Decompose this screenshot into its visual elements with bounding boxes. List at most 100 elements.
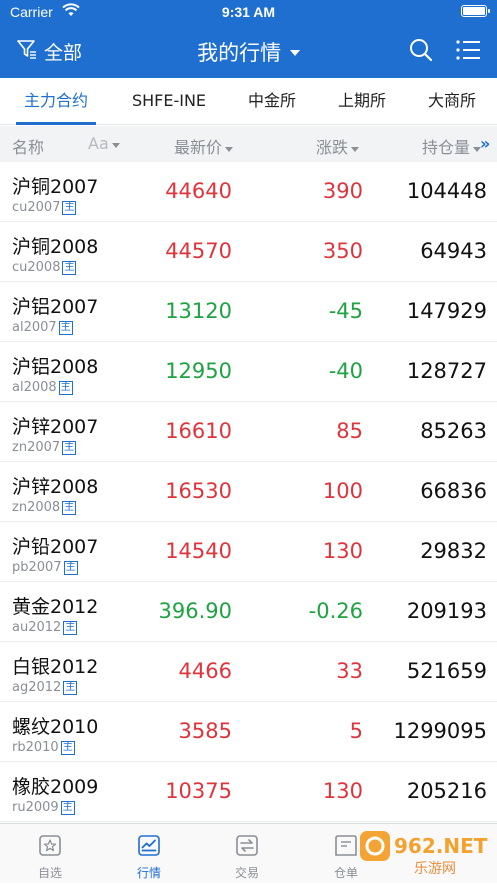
price-change: -45 — [328, 299, 363, 323]
open-interest: 85263 — [420, 419, 487, 443]
col-open-interest[interactable]: 持仓量 — [422, 134, 482, 158]
column-header: 名称 Aa 最新价 涨跌 持仓量 » — [0, 126, 497, 162]
filter-button[interactable]: 全部 — [16, 38, 82, 65]
sort-icon — [351, 147, 360, 152]
price-change: 130 — [322, 539, 363, 563]
last-price: 396.90 — [158, 599, 232, 623]
contract-name: 沪铝2007 — [12, 296, 99, 318]
open-interest: 64943 — [420, 239, 487, 263]
main-contract-badge: 主 — [62, 200, 77, 215]
main-contract-badge: 主 — [63, 620, 78, 635]
quote-row[interactable]: 沪铝2007 al2007 主 13120 -45 147929 — [0, 282, 497, 342]
price-change: -0.26 — [308, 599, 363, 623]
watermark-subtext: 乐游网 — [414, 861, 456, 877]
price-change: 33 — [336, 659, 363, 683]
contract-name: 沪铜2007 — [12, 176, 99, 198]
tab-main-contracts[interactable]: 主力合约 — [8, 78, 104, 125]
main-contract-badge: 主 — [63, 680, 78, 695]
status-bar: Carrier 9:31 AM — [0, 0, 497, 24]
contract-code: al2008 主 — [12, 380, 73, 395]
open-interest: 29832 — [420, 539, 487, 563]
menu-icon[interactable] — [455, 38, 481, 66]
contract-code: al2007 主 — [12, 320, 73, 335]
watermark-text: 962.NET — [394, 834, 488, 858]
last-price: 14540 — [165, 539, 232, 563]
quote-row[interactable]: 沪锌2008 zn2008 主 16530 100 66836 — [0, 462, 497, 522]
open-interest: 209193 — [406, 599, 487, 623]
quote-row[interactable]: 螺纹2010 rb2010 主 3585 5 1299095 — [0, 702, 497, 762]
contract-code: cu2008 主 — [12, 260, 77, 275]
col-name: 名称 — [12, 138, 45, 157]
more-columns-icon[interactable]: » — [480, 134, 490, 153]
tabbar-market[interactable]: 行情 — [109, 824, 189, 884]
font-size-toggle[interactable]: Aa — [88, 134, 120, 153]
open-interest: 521659 — [406, 659, 487, 683]
tabbar-favorites[interactable]: 自选 — [10, 824, 90, 884]
main-contract-badge: 主 — [60, 800, 75, 815]
tab-shfe[interactable]: 上期所 — [322, 78, 402, 125]
quote-row[interactable]: 沪铝2008 al2008 主 12950 -40 128727 — [0, 342, 497, 402]
col-change[interactable]: 涨跌 — [316, 134, 360, 158]
tab-shfe-ine[interactable]: SHFE-INE — [114, 78, 224, 125]
title-dropdown[interactable] — [195, 34, 315, 68]
quote-row[interactable]: 白银2012 ag2012 主 4466 33 521659 — [0, 642, 497, 702]
nav-bar: 全部 我的行情 — [0, 24, 497, 78]
last-price: 44570 — [165, 239, 232, 263]
quote-row[interactable]: 沪锌2007 zn2007 主 16610 85 85263 — [0, 402, 497, 462]
main-contract-badge: 主 — [58, 320, 73, 335]
contract-name: 沪锌2007 — [12, 416, 99, 438]
main-contract-badge: 主 — [62, 440, 77, 455]
last-price: 10375 — [165, 779, 232, 803]
open-interest: 147929 — [406, 299, 487, 323]
col-price[interactable]: 最新价 — [174, 134, 234, 158]
filter-icon — [16, 38, 38, 65]
main-contract-badge: 主 — [62, 260, 77, 275]
tab-dce[interactable]: 大商所 — [412, 78, 492, 125]
contract-code: ag2012 主 — [12, 680, 78, 695]
contract-code: zn2007 主 — [12, 440, 77, 455]
contract-code: ru2009 主 — [12, 800, 75, 815]
main-contract-badge: 主 — [58, 380, 73, 395]
price-change: -40 — [328, 359, 363, 383]
main-contract-badge: 主 — [62, 500, 77, 515]
contract-code: au2012 主 — [12, 620, 78, 635]
site-watermark: 962.NET 乐游网 — [358, 827, 494, 879]
quote-row[interactable]: 橡胶2009 ru2009 主 10375 130 205216 — [0, 762, 497, 822]
contract-code: zn2008 主 — [12, 500, 77, 515]
main-contract-badge: 主 — [60, 740, 75, 755]
price-change: 85 — [336, 419, 363, 443]
main-contract-badge: 主 — [63, 560, 78, 575]
exchange-tabs: 主力合约 SHFE-INE 中金所 上期所 大商所 — [0, 78, 497, 125]
contract-name: 黄金2012 — [12, 596, 99, 618]
filter-label: 全部 — [44, 42, 83, 64]
tabbar-label: 自选 — [37, 866, 62, 880]
price-change: 5 — [349, 719, 363, 743]
quote-row[interactable]: 沪铜2007 cu2007 主 44640 390 104448 — [0, 162, 497, 222]
quote-row[interactable]: 黄金2012 au2012 主 396.90 -0.26 209193 — [0, 582, 497, 642]
tabbar-label: 交易 — [234, 866, 259, 880]
last-price: 16610 — [165, 419, 232, 443]
sort-icon — [225, 147, 234, 152]
search-icon[interactable] — [408, 37, 434, 67]
star-icon — [38, 834, 62, 858]
contract-name: 螺纹2010 — [12, 716, 99, 738]
contract-name: 沪铝2008 — [12, 356, 99, 378]
quote-row[interactable]: 沪铅2007 pb2007 主 14540 130 29832 — [0, 522, 497, 582]
contract-name: 沪锌2008 — [12, 476, 99, 498]
open-interest: 205216 — [406, 779, 487, 803]
open-interest: 66836 — [420, 479, 487, 503]
price-change: 100 — [322, 479, 363, 503]
quote-row[interactable]: 沪铜2008 cu2008 主 44570 350 64943 — [0, 222, 497, 282]
contract-code: pb2007 主 — [12, 560, 78, 575]
sort-icon — [111, 143, 120, 148]
tab-cffex[interactable]: 中金所 — [232, 78, 312, 125]
tabbar-trade[interactable]: 交易 — [207, 824, 287, 884]
contract-code: cu2007 主 — [12, 200, 77, 215]
contract-code: rb2010 主 — [12, 740, 75, 755]
last-price: 16530 — [165, 479, 232, 503]
price-change: 130 — [322, 779, 363, 803]
contract-name: 沪铅2007 — [12, 536, 99, 558]
contract-name: 橡胶2009 — [12, 776, 99, 798]
open-interest: 1299095 — [393, 719, 487, 743]
exchange-icon — [235, 834, 259, 858]
